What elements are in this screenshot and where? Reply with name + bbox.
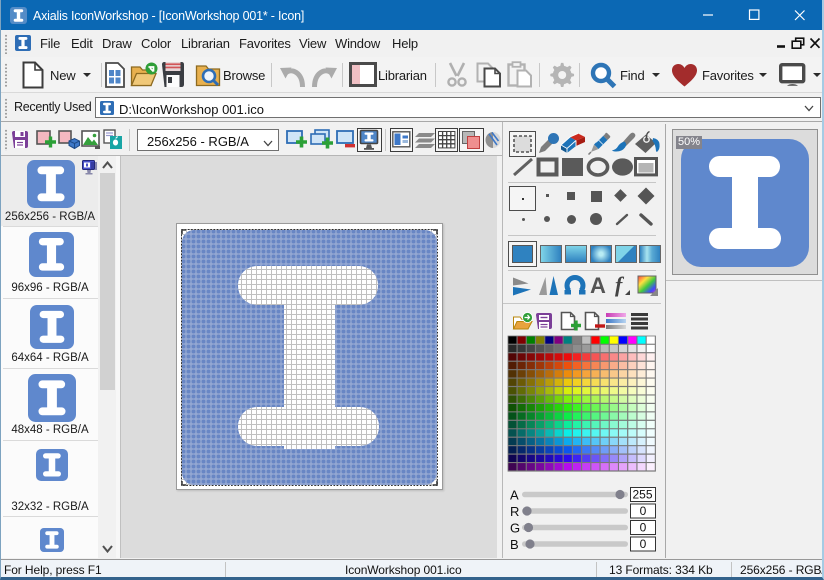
svg-text:0: 0 xyxy=(640,537,647,551)
svg-text:R: R xyxy=(510,504,519,519)
svg-text:255: 255 xyxy=(632,488,652,502)
svg-text:0: 0 xyxy=(640,504,647,518)
svg-text:G: G xyxy=(510,521,520,536)
svg-text:B: B xyxy=(510,537,519,552)
svg-text:0: 0 xyxy=(640,521,647,535)
svg-text:A: A xyxy=(510,488,519,503)
